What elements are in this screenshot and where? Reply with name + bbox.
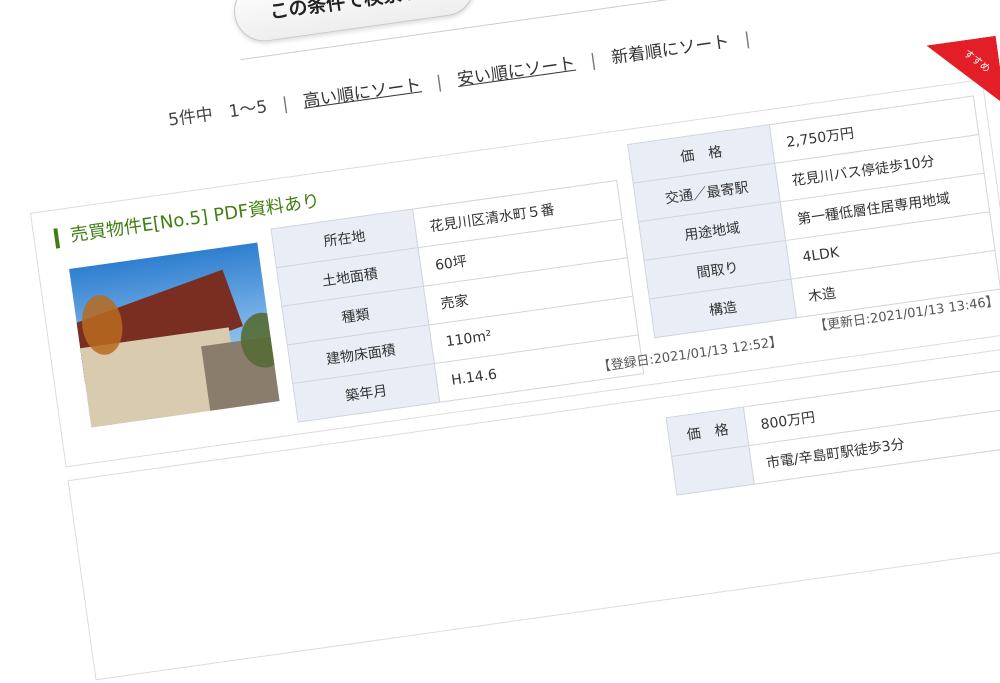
sort-price-high-link[interactable]: 高い順にソート xyxy=(302,75,423,111)
sort-newest-link[interactable]: 新着順にソート xyxy=(610,32,731,68)
sort-separator: | xyxy=(435,72,444,93)
result-count: 5件中 xyxy=(167,104,215,131)
property-info-table-left: 所在地 花見川区清水町５番 土地面積 60坪 種類 売家 建物床面積 110m²… xyxy=(270,180,644,423)
property-photo[interactable] xyxy=(69,242,280,428)
sort-separator: | xyxy=(743,29,752,50)
listing-page: この条件で検索する 5件中 1〜5 | 高い順にソート | 安い順にソート | … xyxy=(0,0,1000,681)
ribbon-label: すすめ xyxy=(961,48,992,76)
sort-price-low-link[interactable]: 安い順にソート xyxy=(456,54,577,90)
sort-separator: | xyxy=(589,50,598,72)
search-with-conditions-button[interactable]: この条件で検索する xyxy=(230,0,479,46)
property-info-table-right: 価 格 800万円 市電/辛島町駅徒歩3分 xyxy=(666,369,1000,496)
sort-separator: | xyxy=(281,94,290,115)
result-range: 1〜5 xyxy=(227,96,269,123)
